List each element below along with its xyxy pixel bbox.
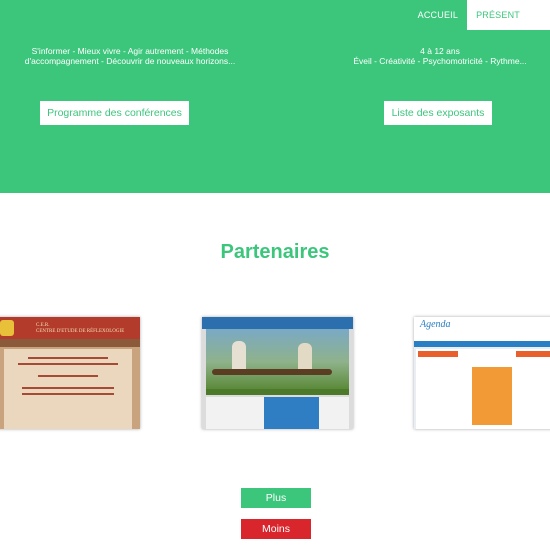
nav-item-presentation[interactable]: PRÉSENT — [467, 0, 550, 30]
person-figure — [232, 341, 246, 371]
thumbnail-photo — [206, 329, 349, 389]
partners-title: Partenaires — [220, 241, 330, 263]
thumbnail-bar — [206, 389, 349, 395]
exhibitors-button[interactable]: Liste des exposants — [384, 101, 492, 125]
moins-button[interactable]: Moins — [241, 519, 311, 539]
thumbnail-blue-block — [264, 397, 319, 429]
plus-button[interactable]: Plus — [241, 488, 311, 508]
activities-text: Éveil - Créativité - Psychomotricité - R… — [353, 56, 527, 66]
top-nav: ACCUEIL PRÉSENT — [409, 0, 550, 30]
thumbnail-banner-text: C.E.R. CENTRE D'ETUDE DE RÉFLEXOLOGIE — [36, 323, 136, 334]
hero-section: ACCUEIL PRÉSENT S'informer - Mieux vivre… — [0, 0, 550, 193]
hero-right-text: 4 à 12 ans Éveil - Créativité - Psychomo… — [335, 46, 545, 66]
person-figure — [298, 343, 312, 371]
thumbnail-nav — [414, 341, 550, 347]
thumbnail-text-line — [38, 375, 98, 377]
thumbnail-feature-block — [472, 367, 512, 425]
partner-thumbnail-agenda[interactable]: Agenda — [414, 317, 550, 429]
age-range-text: 4 à 12 ans — [420, 46, 460, 56]
thumbnail-text-line — [28, 357, 108, 359]
logo-icon — [0, 320, 14, 336]
banner-subtitle: CENTRE D'ETUDE DE RÉFLEXOLOGIE — [36, 328, 125, 334]
thumbnail-side-bar — [418, 351, 458, 357]
partner-thumbnail-planet[interactable] — [202, 317, 353, 429]
thumbnail-text-line — [22, 393, 114, 395]
thumbnail-text-line — [18, 363, 118, 365]
thumbnail-page — [4, 349, 132, 429]
thumbnail-logo: Agenda — [420, 319, 451, 330]
nav-item-accueil[interactable]: ACCUEIL — [409, 0, 467, 30]
program-button[interactable]: Programme des conférences — [40, 101, 189, 125]
thumbnail-side-bar — [516, 351, 550, 357]
partner-thumbnail-cer[interactable]: C.E.R. CENTRE D'ETUDE DE RÉFLEXOLOGIE — [0, 317, 140, 429]
thumbnail-header — [202, 317, 353, 329]
boat-shape — [212, 369, 332, 375]
thumbnail-text-line — [22, 387, 114, 389]
hero-left-text: S'informer - Mieux vivre - Agir autremen… — [24, 46, 236, 66]
thumbnail-nav — [0, 339, 140, 347]
